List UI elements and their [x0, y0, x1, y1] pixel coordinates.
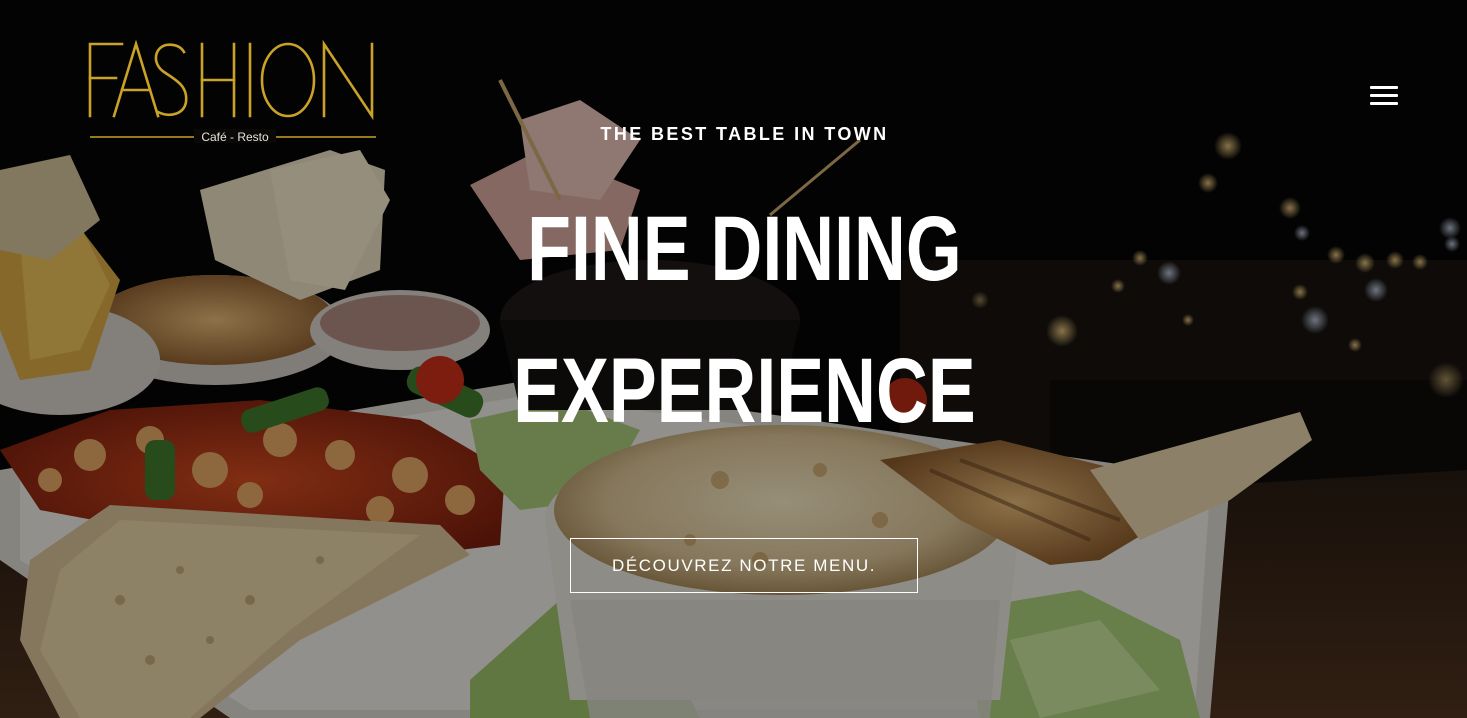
hero-eyebrow: THE BEST TABLE IN TOWN [600, 124, 889, 144]
discover-menu-button[interactable]: DÉCOUVREZ NOTRE MENU. [570, 538, 918, 593]
hero-headline-line1: FINE DINING [527, 198, 962, 300]
hero-section: Café - Resto THE BEST TABLE IN TOWN FINE… [0, 0, 1467, 718]
hero-headline-line2: EXPERIENCE [513, 340, 976, 442]
discover-menu-button-label: DÉCOUVREZ NOTRE MENU. [611, 555, 877, 575]
hero-content: THE BEST TABLE IN TOWN FINE DINING EXPER… [0, 0, 1467, 718]
